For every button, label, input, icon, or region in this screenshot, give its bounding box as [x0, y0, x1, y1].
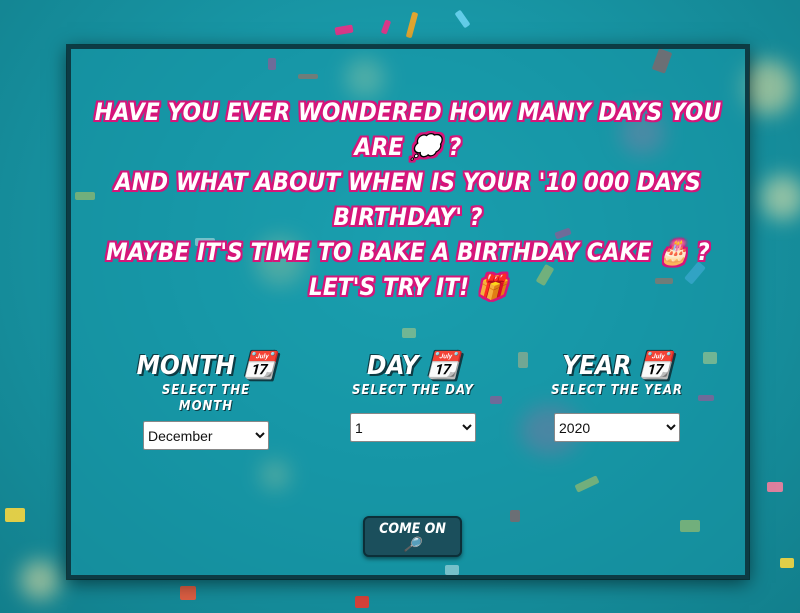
year-select[interactable]: 2020	[554, 413, 680, 442]
month-title-text: Month	[136, 351, 235, 381]
come-on-button[interactable]: Come on 🔎	[363, 516, 462, 557]
year-title: Year 📆	[547, 349, 687, 383]
day-section: Day 📆 Select the day 1	[343, 349, 483, 442]
year-title-text: Year	[562, 351, 632, 381]
day-title-text: Day	[367, 351, 419, 381]
month-title: Month 📆	[136, 349, 276, 383]
month-select[interactable]: December	[143, 421, 269, 450]
headline-line-1: Have you ever wondered how many days you…	[94, 98, 722, 161]
headline-line-3: Maybe it's time to bake a birthday cake …	[106, 238, 710, 266]
month-subtitle: Select the month	[161, 383, 251, 414]
calendar-icon: 📆	[243, 351, 276, 381]
headline-line-4: Let's try it! 🎁	[308, 273, 508, 301]
calendar-icon: 📆	[639, 351, 672, 381]
day-subtitle: Select the day	[351, 383, 475, 398]
month-section: Month 📆 Select the month December	[136, 349, 276, 450]
headline-line-2: And what about when is your '10 000 days…	[114, 168, 701, 231]
headline: Have you ever wondered how many days you…	[71, 95, 745, 305]
day-title: Day 📆	[343, 349, 483, 383]
main-panel: Have you ever wondered how many days you…	[67, 45, 749, 579]
day-select[interactable]: 1	[350, 413, 476, 442]
year-section: Year 📆 Select the year 2020	[547, 349, 687, 442]
year-subtitle: Select the year	[551, 383, 683, 398]
calendar-icon: 📆	[426, 351, 459, 381]
